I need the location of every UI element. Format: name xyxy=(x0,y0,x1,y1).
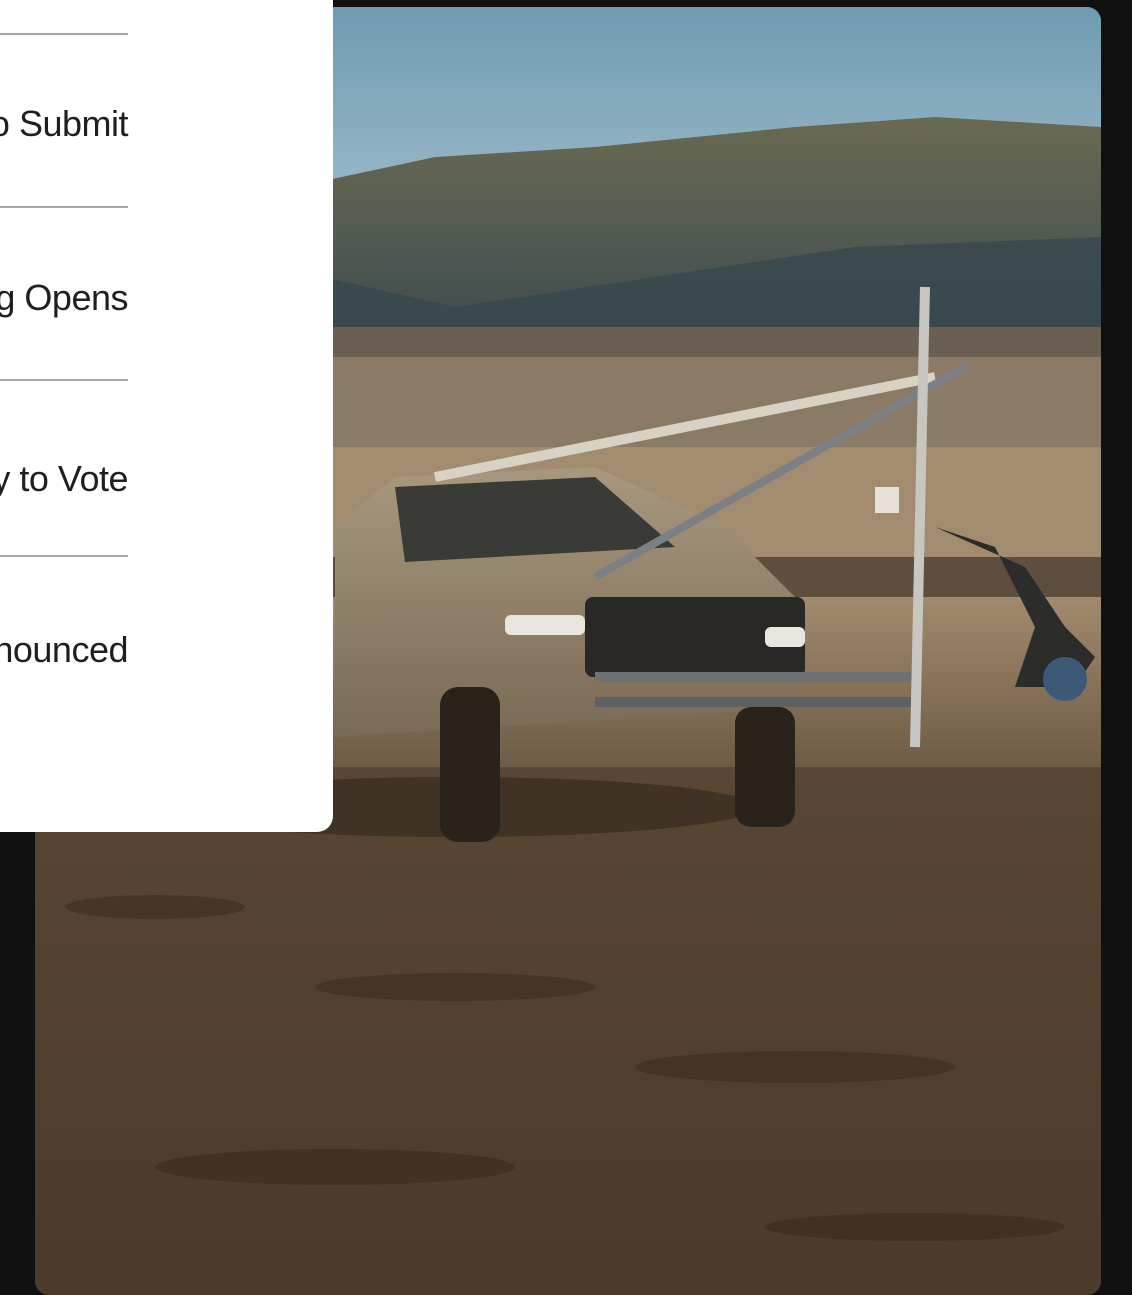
menu-divider xyxy=(0,379,128,381)
menu-divider xyxy=(0,206,128,208)
menu-divider xyxy=(0,33,128,35)
menu-item-winners-announced[interactable]: Winners Announced xyxy=(0,626,128,674)
menu-item-how-to-submit[interactable]: How to Submit xyxy=(0,100,128,148)
menu-item-voting-opens[interactable]: Voting Opens xyxy=(0,274,129,322)
menu-divider xyxy=(0,555,128,557)
menu-panel: How to Submit Voting Opens Ready to Vote… xyxy=(0,0,333,832)
menu-item-ready-to-vote[interactable]: Ready to Vote xyxy=(0,455,128,503)
